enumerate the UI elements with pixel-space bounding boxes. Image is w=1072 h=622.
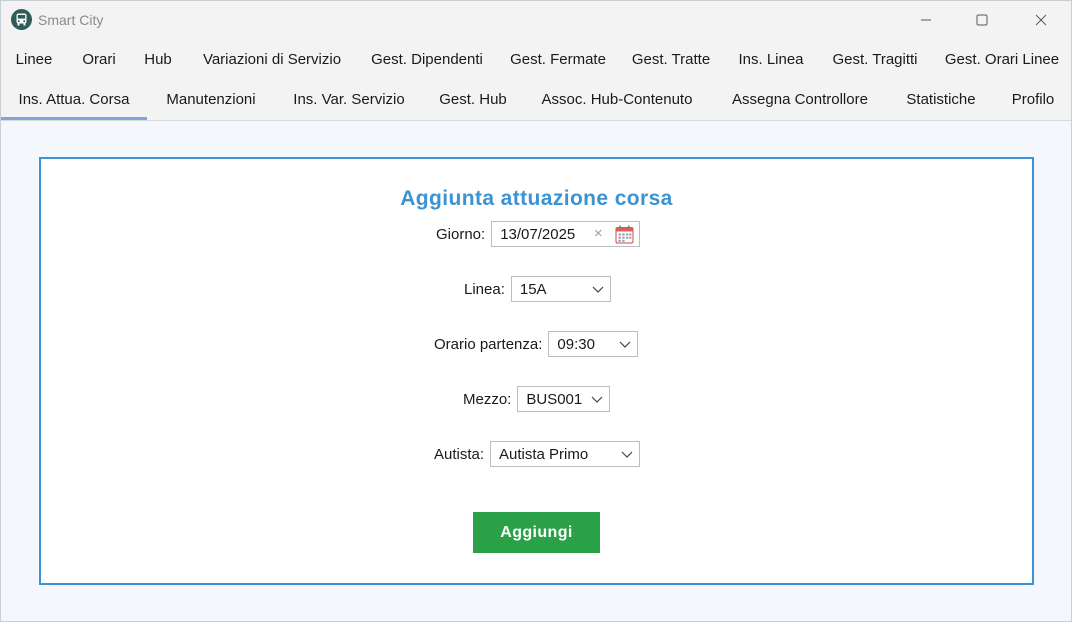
linea-value: 15A — [519, 280, 547, 298]
tab-orari[interactable]: Orari — [73, 39, 125, 79]
tab-assoc-hub-contenuto[interactable]: Assoc. Hub-Contenuto — [534, 79, 700, 119]
autista-label: Autista: — [434, 445, 485, 463]
chevron-down-icon — [619, 341, 631, 348]
tab-hub[interactable]: Hub — [135, 39, 181, 79]
tab-gest-hub[interactable]: Gest. Hub — [432, 79, 514, 119]
tab-variazioni-servizio[interactable]: Variazioni di Servizio — [195, 39, 349, 79]
close-button[interactable] — [1012, 1, 1070, 39]
app-window: Smart City Linee Orari Hub Variazioni di… — [0, 0, 1072, 622]
giorno-value: 13/07/2025 — [500, 225, 576, 243]
orario-label: Orario partenza: — [434, 335, 543, 353]
tab-manutenzioni[interactable]: Manutenzioni — [157, 79, 265, 119]
orario-value: 09:30 — [557, 335, 595, 353]
chevron-down-icon — [592, 286, 604, 293]
tab-statistiche[interactable]: Statistiche — [897, 79, 985, 119]
minimize-button[interactable] — [897, 1, 955, 39]
tab-gest-dipendenti[interactable]: Gest. Dipendenti — [363, 39, 491, 79]
tab-gest-tratte[interactable]: Gest. Tratte — [625, 39, 717, 79]
mezzo-select[interactable]: BUS001 — [517, 386, 611, 412]
calendar-icon[interactable] — [615, 225, 634, 244]
tab-assegna-controllore[interactable]: Assegna Controllore — [724, 79, 876, 119]
linea-select[interactable]: 15A — [510, 276, 611, 302]
tab-bar-row-1: Linee Orari Hub Variazioni di Servizio G… — [1, 39, 1071, 79]
tab-gest-fermate[interactable]: Gest. Fermate — [504, 39, 612, 79]
aggiungi-button[interactable]: Aggiungi — [473, 512, 600, 553]
tab-ins-attua-corsa[interactable]: Ins. Attua. Corsa — [1, 79, 147, 120]
mezzo-value: BUS001 — [526, 390, 583, 408]
giorno-row: Giorno: 13/07/2025 × — [436, 220, 641, 248]
chevron-down-icon — [591, 396, 603, 403]
minimize-icon — [921, 19, 931, 21]
title-bar: Smart City — [1, 1, 1071, 39]
giorno-label: Giorno: — [436, 225, 486, 243]
linea-row: Linea: 15A — [464, 275, 611, 303]
autista-select[interactable]: Autista Primo — [490, 441, 641, 467]
tab-linee[interactable]: Linee — [7, 39, 61, 79]
form-heading: Aggiunta attuazione corsa — [400, 187, 673, 210]
mezzo-row: Mezzo: BUS001 — [463, 385, 611, 413]
mezzo-label: Mezzo: — [463, 390, 512, 408]
maximize-button[interactable] — [953, 1, 1011, 39]
clear-icon[interactable]: × — [591, 226, 605, 242]
orario-row: Orario partenza: 09:30 — [434, 330, 639, 358]
tab-ins-linea[interactable]: Ins. Linea — [731, 39, 811, 79]
window-title: Smart City — [38, 12, 104, 28]
linea-label: Linea: — [464, 280, 505, 298]
giorno-date-picker[interactable]: 13/07/2025 × — [491, 221, 641, 247]
maximize-icon — [976, 14, 988, 26]
orario-select[interactable]: 09:30 — [548, 331, 639, 357]
autista-value: Autista Primo — [499, 445, 589, 463]
chevron-down-icon — [621, 451, 633, 458]
tab-bar-row-2: Ins. Attua. Corsa Manutenzioni Ins. Var.… — [1, 79, 1071, 121]
form-panel: Aggiunta attuazione corsa Giorno: 13/07/… — [39, 157, 1034, 585]
tab-gest-orari-linee[interactable]: Gest. Orari Linee — [941, 39, 1063, 79]
tab-profilo[interactable]: Profilo — [1003, 79, 1063, 119]
tab-gest-tragitti[interactable]: Gest. Tragitti — [824, 39, 926, 79]
tab-ins-var-servizio[interactable]: Ins. Var. Servizio — [287, 79, 411, 119]
close-icon — [1035, 14, 1047, 26]
bus-icon — [11, 9, 32, 30]
autista-row: Autista: Autista Primo — [434, 440, 641, 468]
